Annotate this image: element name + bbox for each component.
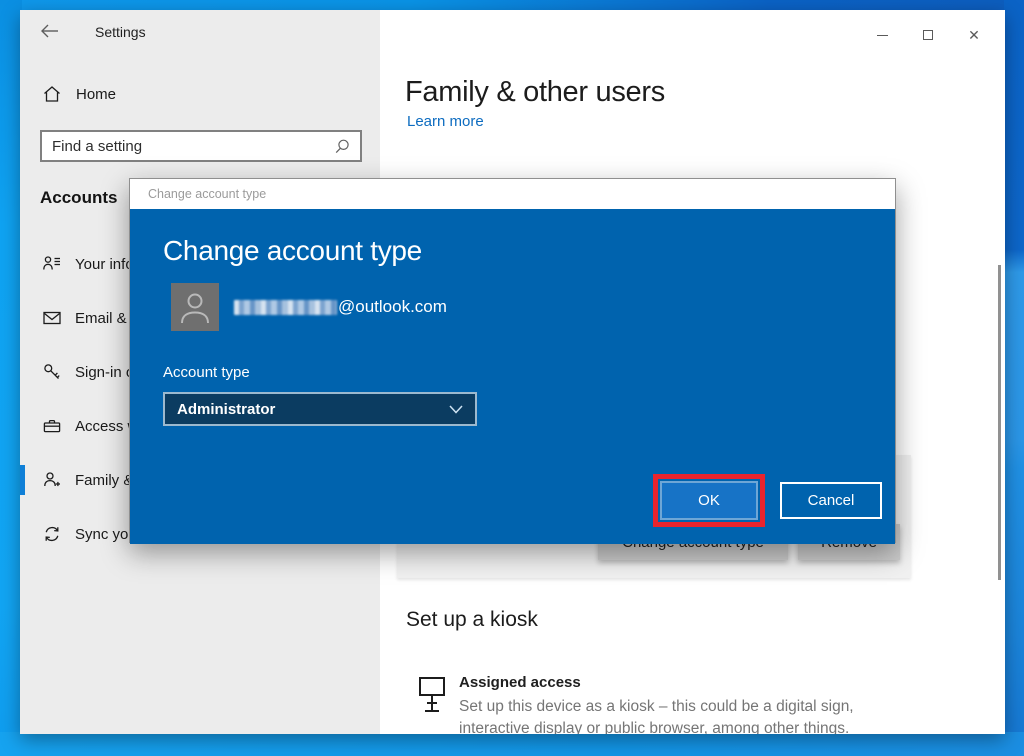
sidebar-item-label: Your info [75,256,134,273]
dialog-heading: Change account type [163,235,422,267]
user-id-icon [42,254,62,274]
redacted-username [234,300,337,315]
settings-window: Settings ✕ Home Accounts [20,10,1005,734]
email-icon [42,308,62,328]
search-input[interactable] [42,132,334,160]
kiosk-section-heading: Set up a kiosk [406,608,538,632]
back-arrow-icon[interactable] [40,23,60,39]
page-title: Family & other users [405,76,665,109]
dialog-titlebar[interactable]: Change account type [130,179,895,209]
change-account-type-dialog: Change account type Change account type … [129,178,896,543]
assigned-access-desc-line2: interactive display or public browser, a… [459,718,854,734]
assigned-access-title[interactable]: Assigned access [459,674,581,691]
maximize-button[interactable] [905,20,951,50]
window-controls: ✕ [859,20,997,50]
sidebar-section-title: Accounts [40,188,117,208]
kiosk-display-icon [418,676,446,716]
key-icon [42,362,62,382]
account-type-dropdown[interactable]: Administrator [163,392,477,426]
account-type-selected-value: Administrator [177,401,449,418]
email-domain-text: @outlook.com [338,297,447,317]
minimize-icon [877,35,888,36]
maximize-icon [923,30,933,40]
close-icon: ✕ [968,28,980,42]
search-box [40,130,362,162]
ok-button[interactable]: OK [660,481,758,520]
home-label: Home [76,86,116,103]
home-icon [42,84,62,104]
vertical-scrollbar[interactable] [998,265,1001,580]
assigned-access-description: Set up this device as a kiosk – this cou… [459,696,854,734]
assigned-access-desc-line1: Set up this device as a kiosk – this cou… [459,696,854,718]
wallpaper-right-strip [1004,0,1024,756]
sync-icon [42,524,62,544]
wallpaper-left-strip [0,0,22,756]
dialog-titlebar-text: Change account type [148,187,266,201]
cancel-button[interactable]: Cancel [780,482,882,519]
user-avatar [171,283,219,331]
window-title: Settings [95,24,146,40]
annotation-highlight-box: OK [653,474,765,527]
close-button[interactable]: ✕ [951,20,997,50]
sidebar-item-home[interactable]: Home [42,84,116,104]
search-icon[interactable] [334,138,351,155]
minimize-button[interactable] [859,20,905,50]
learn-more-link[interactable]: Learn more [407,113,484,130]
account-type-label: Account type [163,364,250,381]
user-plus-icon [42,470,62,490]
briefcase-icon [42,416,62,436]
chevron-down-icon [449,405,463,414]
user-email: @outlook.com [234,283,447,331]
wallpaper-bottom-strip [0,732,1024,756]
